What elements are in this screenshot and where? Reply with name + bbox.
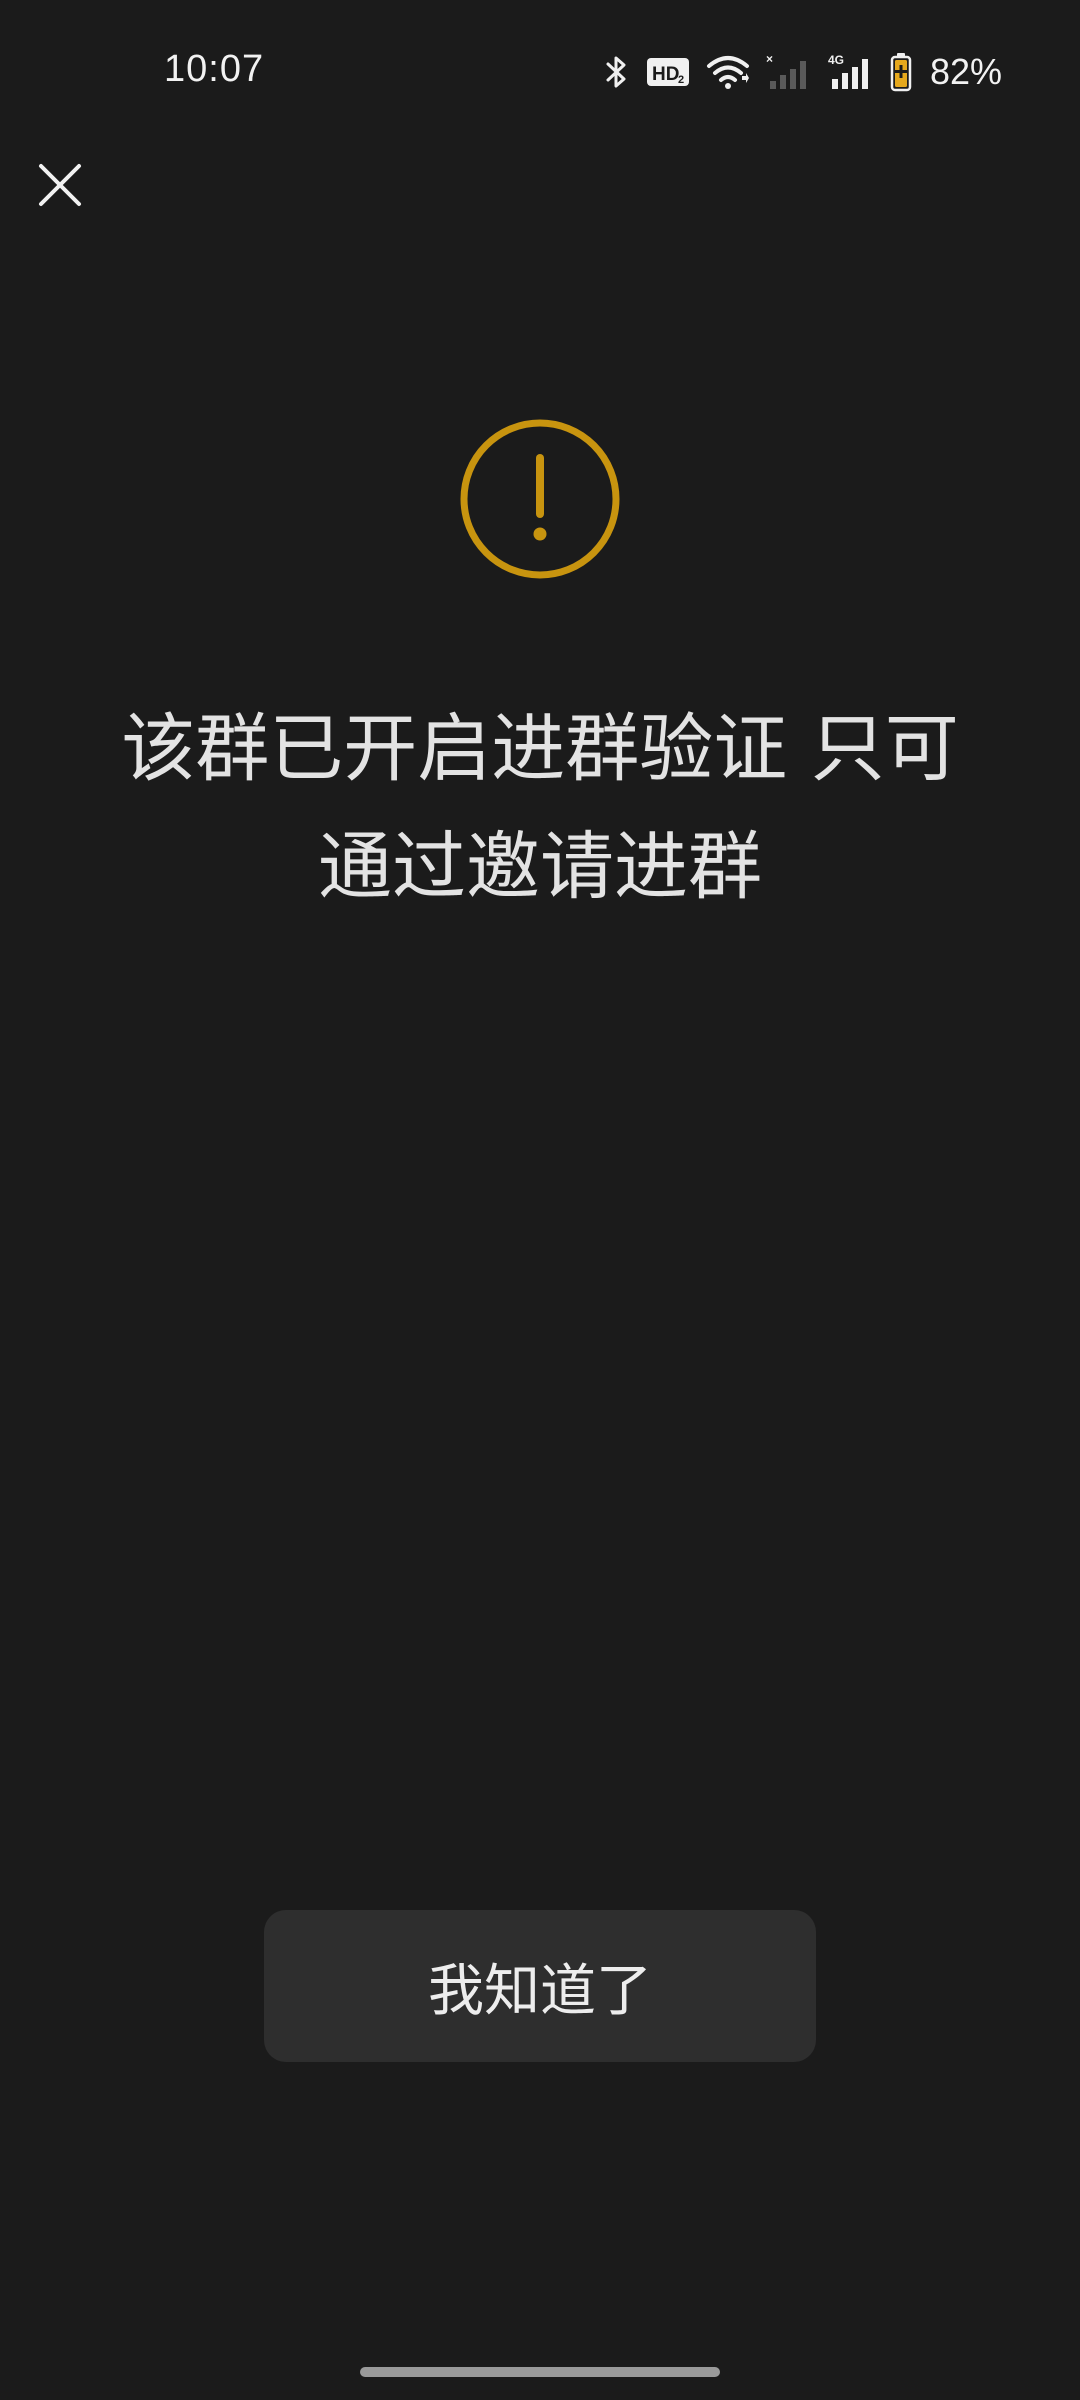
got-it-button[interactable]: 我知道了	[264, 1910, 816, 2062]
verification-message: 该群已开启进群验证 只可 通过邀请进群	[100, 690, 980, 926]
exclamation-circle-icon	[460, 419, 620, 579]
status-icons: HD 2 × 4G 82%	[604, 50, 1002, 94]
svg-text:HD: HD	[652, 64, 679, 85]
svg-text:2: 2	[678, 74, 684, 86]
battery-charging-icon	[890, 53, 912, 92]
message-line-2: 通过邀请进群	[318, 824, 762, 910]
close-button[interactable]	[30, 155, 90, 215]
svg-text:4G: 4G	[828, 53, 844, 67]
signal-sim1-no-service-icon: ×	[766, 53, 806, 89]
status-bar: 10:07 HD 2 × 4G 82%	[0, 0, 1080, 140]
wifi-icon	[706, 56, 749, 89]
message-line-1: 该群已开启进群验证 只可	[121, 706, 959, 792]
battery-percent: 82%	[929, 51, 1002, 92]
signal-4g-icon: 4G	[828, 53, 868, 89]
svg-text:×: ×	[766, 53, 773, 66]
status-time: 10:07	[164, 48, 265, 90]
hd-voice-icon: HD 2	[646, 58, 689, 86]
home-indicator[interactable]	[360, 2367, 720, 2377]
close-icon	[39, 164, 81, 206]
bluetooth-icon	[606, 56, 626, 88]
